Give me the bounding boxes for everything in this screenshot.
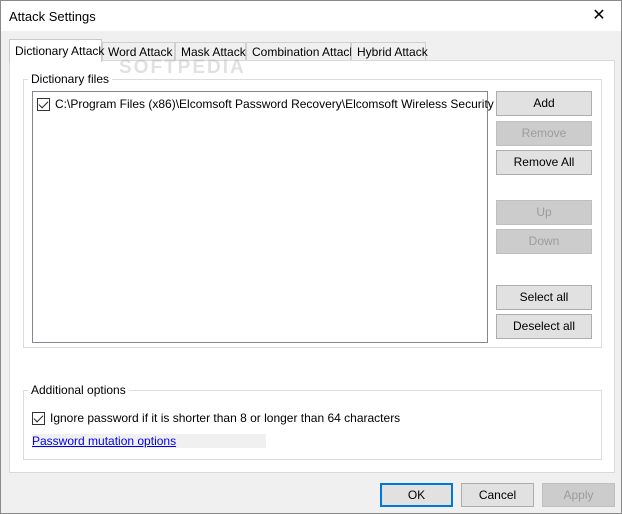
up-button[interactable]: Up [496, 200, 592, 225]
file-path: C:\Program Files (x86)\Elcomsoft Passwor… [55, 97, 531, 111]
tab-hybrid-attack[interactable]: Hybrid Attack [351, 42, 428, 61]
list-item[interactable]: C:\Program Files (x86)\Elcomsoft Passwor… [37, 95, 530, 113]
tab-combination-attack[interactable]: Combination Attack [246, 42, 355, 61]
attack-settings-window: Attack Settings ✕ Dictionary Attack Word… [0, 0, 622, 514]
deselect-all-button[interactable]: Deselect all [496, 314, 592, 339]
cancel-button[interactable]: Cancel [461, 483, 534, 507]
file-checkbox[interactable] [37, 97, 50, 111]
apply-button[interactable]: Apply [542, 483, 615, 507]
title-bar: Attack Settings ✕ [1, 1, 621, 31]
password-mutation-options-link[interactable]: Password mutation options [32, 434, 266, 448]
watermark: SOFTPEDIA [119, 57, 246, 78]
select-all-button[interactable]: Select all [496, 285, 592, 310]
ignore-password-checkbox[interactable] [32, 411, 45, 425]
ignore-password-label: Ignore password if it is shorter than 8 … [50, 411, 401, 425]
remove-button[interactable]: Remove [496, 121, 592, 146]
window-title: Attack Settings [9, 9, 96, 24]
dictionary-files-label: Dictionary files [28, 72, 113, 86]
ok-button[interactable]: OK [380, 483, 453, 507]
additional-options-label: Additional options [28, 383, 129, 397]
add-button[interactable]: Add [496, 91, 592, 116]
tab-dictionary-attack[interactable]: Dictionary Attack [9, 39, 104, 62]
ignore-password-option[interactable]: Ignore password if it is shorter than 8 … [32, 410, 400, 426]
close-icon[interactable]: ✕ [577, 1, 621, 31]
remove-all-button[interactable]: Remove All [496, 150, 592, 175]
down-button[interactable]: Down [496, 229, 592, 254]
dictionary-file-list[interactable]: C:\Program Files (x86)\Elcomsoft Passwor… [32, 91, 530, 343]
